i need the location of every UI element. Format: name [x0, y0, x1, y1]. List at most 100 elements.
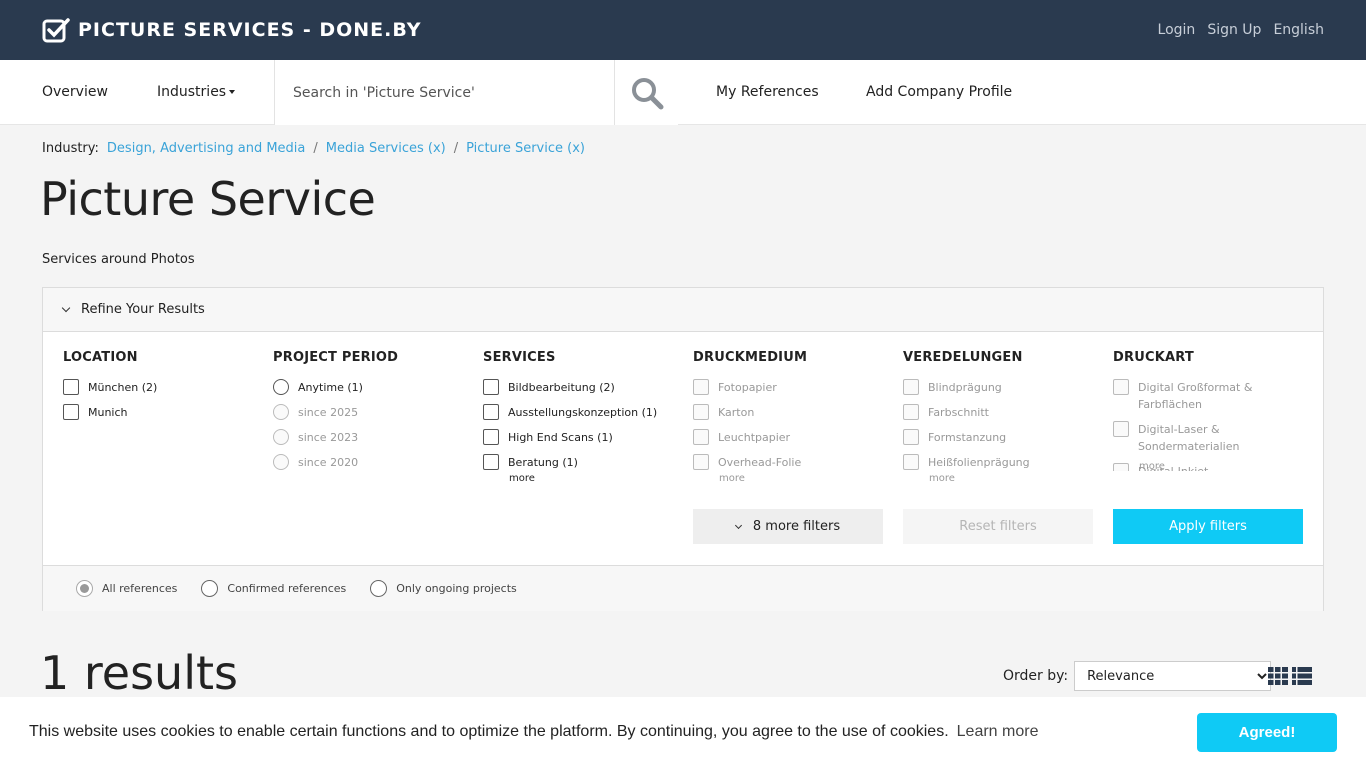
order-by: Order by: Relevance	[1003, 661, 1272, 691]
more-link[interactable]: more	[929, 473, 1103, 484]
checkbox	[903, 404, 919, 420]
more-filters-button[interactable]: 8 more filters	[693, 509, 883, 544]
filter-option: Leuchtpapier	[693, 429, 893, 446]
checkbox-logo-icon	[42, 18, 70, 43]
option-label: since 2020	[298, 456, 359, 469]
option-label: Digital Großformat & Farbflächen	[1138, 381, 1253, 411]
top-links: Login Sign Up English	[1158, 22, 1324, 38]
search-icon	[631, 77, 663, 109]
search-box	[274, 60, 678, 125]
option-label: Blindprägung	[928, 381, 1002, 394]
option-label: Bildbearbeitung (2)	[508, 381, 615, 394]
list-view-icon[interactable]	[1292, 667, 1312, 685]
filter-option: since 2020	[273, 454, 473, 471]
filter-druckmedium: DRUCKMEDIUM Fotopapier Karton Leuchtpapi…	[693, 350, 893, 484]
filter-option: Formstanzung	[903, 429, 1103, 446]
filter-option: Digital-Laser & Sondermaterialien	[1113, 421, 1313, 455]
checkbox	[693, 404, 709, 420]
filter-title: VEREDELUNGEN	[903, 350, 1023, 365]
order-by-select[interactable]: Relevance	[1074, 661, 1272, 691]
page-title: Picture Service	[40, 172, 376, 226]
apply-filters-button[interactable]: Apply filters	[1113, 509, 1303, 544]
refine-toggle[interactable]: Refine Your Results	[43, 288, 1323, 332]
radio[interactable]	[273, 379, 289, 395]
reference-option-confirmed[interactable]: Confirmed references	[201, 580, 346, 597]
search-input[interactable]	[275, 60, 614, 125]
login-link[interactable]: Login	[1158, 22, 1196, 38]
checkbox	[1113, 421, 1129, 437]
filter-title: LOCATION	[63, 350, 138, 365]
nav-my-references[interactable]: My References	[716, 84, 819, 100]
filter-druckart: DRUCKART Digital Großformat & Farbfläche…	[1113, 350, 1313, 472]
more-link[interactable]: more	[719, 473, 893, 484]
language-link[interactable]: English	[1273, 22, 1324, 38]
reference-option-label: Confirmed references	[227, 582, 347, 595]
option-label: Karton	[718, 406, 755, 419]
more-filters-label: 8 more filters	[752, 519, 841, 534]
nav-overview[interactable]: Overview	[42, 84, 108, 100]
option-label: since 2025	[298, 406, 359, 419]
reset-filters-button[interactable]: Reset filters	[903, 509, 1093, 544]
filter-project-period: PROJECT PERIOD Anytime (1) since 2025 si…	[273, 350, 473, 479]
breadcrumb-item-picture[interactable]: Picture Service (x)	[466, 141, 585, 156]
refine-panel: Refine Your Results LOCATION München (2)…	[42, 287, 1324, 611]
filter-services: SERVICES Bildbearbeitung (2) Ausstellung…	[483, 350, 683, 484]
cookie-learn-more-link[interactable]: Learn more	[957, 723, 1039, 740]
filter-option[interactable]: Munich	[63, 404, 263, 421]
cookie-banner: This website uses cookies to enable cert…	[0, 697, 1366, 768]
reference-option-all[interactable]: All references	[76, 580, 177, 597]
page-subtitle: Services around Photos	[42, 252, 195, 267]
filter-option[interactable]: München (2)	[63, 379, 263, 396]
radio[interactable]	[370, 580, 388, 597]
checkbox	[903, 429, 919, 445]
nav-add-company[interactable]: Add Company Profile	[866, 84, 1012, 100]
checkbox	[903, 454, 919, 470]
chevron-down-icon	[734, 521, 742, 529]
filter-option[interactable]: Beratung (1)	[483, 454, 683, 471]
results-count: 1 results	[40, 646, 238, 700]
nav-industries-label: Industries	[157, 84, 227, 100]
option-label: Farbschnitt	[928, 406, 989, 419]
checkbox[interactable]	[483, 454, 499, 470]
filter-location: LOCATION München (2) Munich	[63, 350, 263, 429]
filter-option[interactable]: Ausstellungskonzeption (1)	[483, 404, 683, 421]
reference-option-ongoing[interactable]: Only ongoing projects	[370, 580, 517, 597]
signup-link[interactable]: Sign Up	[1207, 22, 1261, 38]
filter-option[interactable]: High End Scans (1)	[483, 429, 683, 446]
brand-name: PICTURE SERVICES - DONE.BY	[78, 19, 422, 41]
nav-bar: Overview Industries My References Add Co…	[0, 60, 1366, 125]
filter-title: SERVICES	[483, 350, 556, 365]
checkbox	[693, 454, 709, 470]
radio-selected[interactable]	[76, 580, 93, 597]
checkbox[interactable]	[63, 404, 79, 420]
breadcrumb-item-media[interactable]: Media Services (x)	[326, 141, 446, 156]
filter-title: DRUCKMEDIUM	[693, 350, 808, 365]
more-link[interactable]: more	[509, 473, 683, 484]
checkbox	[693, 429, 709, 445]
radio[interactable]	[201, 580, 219, 597]
filter-option: Farbschnitt	[903, 404, 1103, 421]
filter-option: Karton	[693, 404, 893, 421]
checkbox[interactable]	[63, 379, 79, 395]
checkbox[interactable]	[483, 379, 499, 395]
filter-option[interactable]: Anytime (1)	[273, 379, 473, 396]
cookie-text: This website uses cookies to enable cert…	[29, 723, 949, 740]
option-label: Heißfolienprägung	[928, 456, 1030, 469]
brand[interactable]: PICTURE SERVICES - DONE.BY	[42, 17, 422, 43]
nav-industries[interactable]: Industries	[157, 84, 236, 100]
checkbox[interactable]	[483, 429, 499, 445]
option-label: Leuchtpapier	[718, 431, 791, 444]
option-label: Ausstellungskonzeption (1)	[508, 406, 658, 419]
filter-option: since 2025	[273, 404, 473, 421]
cookie-accept-button[interactable]: Agreed!	[1197, 713, 1337, 752]
search-button[interactable]	[614, 60, 678, 125]
view-toggle	[1268, 667, 1312, 685]
checkbox	[903, 379, 919, 395]
checkbox	[693, 379, 709, 395]
radio	[273, 429, 289, 445]
checkbox[interactable]	[483, 404, 499, 420]
filter-option[interactable]: Bildbearbeitung (2)	[483, 379, 683, 396]
breadcrumb-item-design[interactable]: Design, Advertising and Media	[107, 141, 305, 156]
filter-option: Digital Großformat & Farbflächen	[1113, 379, 1313, 413]
grid-view-icon[interactable]	[1268, 667, 1288, 685]
